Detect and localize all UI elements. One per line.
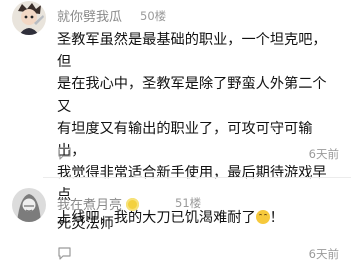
divider — [43, 177, 351, 178]
avatar[interactable] — [12, 188, 46, 222]
reply-icon[interactable] — [57, 146, 72, 165]
username[interactable]: 我在煮月亮 — [57, 194, 140, 213]
user-badge-icon — [126, 198, 140, 211]
comment-time: 6天前 — [308, 247, 339, 261]
username-text[interactable]: 就你劈我瓜 — [57, 10, 122, 25]
username[interactable]: 就你劈我瓜 — [57, 6, 122, 25]
comment-text: 死灵法师 — [57, 213, 339, 235]
comment-item: 我在煮月亮 51楼 死灵法师 6天前 — [0, 180, 351, 266]
floor-number: 51楼 — [175, 196, 202, 210]
comment-text-line: 圣教军虽然是最基础的职业，一个坦克吧，但 — [57, 32, 327, 71]
comment-item: 就你劈我瓜 50楼 圣教军虽然是最基础的职业，一个坦克吧，但 是在我心中，圣教军… — [0, 0, 351, 226]
comment-text-line: 是在我心中，圣教军是除了野蛮人外第二个又 — [57, 76, 327, 115]
comment-text-line: 死灵法师 — [57, 216, 114, 232]
comment-time: 6天前 — [308, 147, 339, 161]
avatar[interactable] — [12, 1, 46, 35]
reply-icon[interactable] — [57, 246, 72, 265]
comment-text-line: 有坦度又有输出的职业了，可攻可守可输出， — [57, 120, 313, 160]
username-text[interactable]: 我在煮月亮 — [57, 198, 122, 213]
floor-number: 50楼 — [140, 9, 167, 23]
